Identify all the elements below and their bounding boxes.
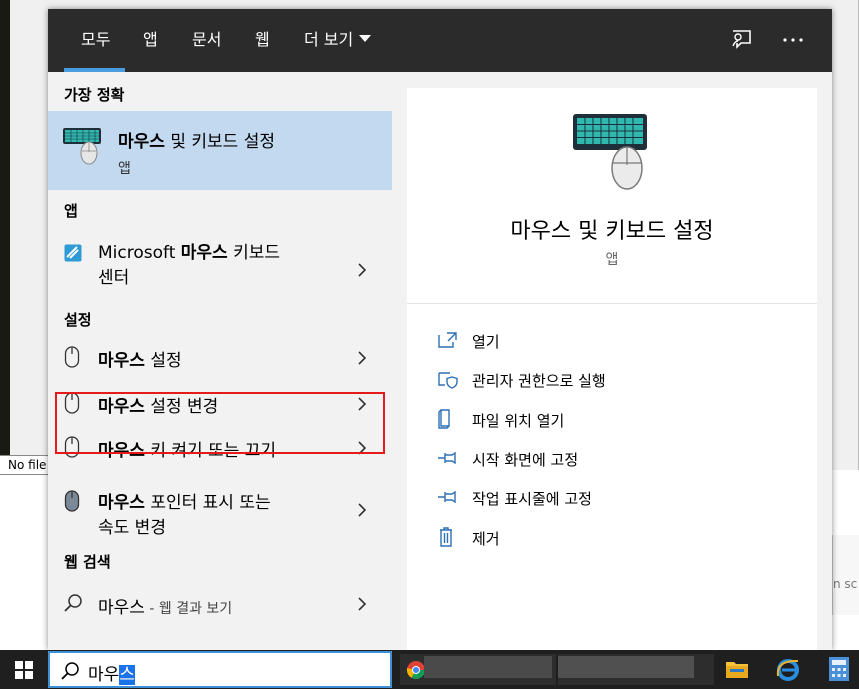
tab-more-label: 더 보기 — [304, 30, 354, 49]
chevron-right-icon[interactable] — [357, 263, 367, 277]
action-open-file-location[interactable]: 파일 위치 열기 — [437, 408, 797, 432]
background-status-text: No file — [0, 455, 48, 475]
settings-item-label: 마우스 설정 — [98, 351, 182, 371]
best-match-title: 마우스 및 키보드 설정 — [118, 132, 275, 152]
mouse-icon — [64, 346, 80, 368]
blurred-window-title — [424, 656, 552, 678]
action-label: 제거 — [472, 530, 500, 548]
search-icon — [64, 594, 82, 612]
background-right-panel: n sc — [832, 535, 859, 615]
taskbar-search-input[interactable]: 마우스 — [48, 651, 392, 688]
start-search-menu: 모두 앱 문서 웹 더 보기 가장 정확 마우스 및 키보드 설정 앱 앱 Mi… — [48, 9, 832, 650]
windows-logo-icon — [15, 661, 33, 679]
background-clip-text: n sc — [833, 577, 858, 591]
file-explorer-icon[interactable] — [725, 657, 749, 681]
trash-icon — [440, 527, 452, 547]
background-window-edge — [0, 0, 10, 455]
search-filter-header: 모두 앱 문서 웹 더 보기 — [48, 9, 832, 72]
tab-more[interactable]: 더 보기 — [304, 29, 372, 51]
preview-subtitle: 앱 — [605, 252, 619, 268]
mouse-pointer-device-icon — [64, 490, 80, 512]
mouse-keyboard-center-icon — [64, 244, 82, 262]
chevron-right-icon[interactable] — [357, 351, 367, 365]
app-result-title: Microsoft 마우스 키보드 — [98, 243, 281, 263]
web-search-label: 마우스 - 웹 결과 보기 — [98, 598, 233, 618]
best-match-item[interactable]: 마우스 및 키보드 설정 앱 — [48, 111, 392, 190]
file-location-icon — [438, 409, 450, 429]
taskbar-app-chrome[interactable] — [400, 654, 556, 685]
search-query-text: 마우스 — [88, 665, 135, 685]
result-preview-pane: 마우스 및 키보드 설정 앱 열기 관리자 권한으로 실행 파일 위치 열기 시… — [407, 88, 817, 650]
app-result-item[interactable]: Microsoft 마우스 키보드 센터 — [48, 226, 392, 292]
settings-item-mouse-settings[interactable]: 마우스 설정 — [48, 335, 392, 379]
app-result-title-line2: 센터 — [98, 268, 130, 288]
action-uninstall[interactable]: 제거 — [437, 526, 797, 550]
action-open[interactable]: 열기 — [437, 329, 797, 353]
shield-icon — [438, 372, 458, 389]
web-search-item[interactable]: 마우스 - 웹 결과 보기 — [48, 581, 392, 625]
best-match-heading: 가장 정확 — [64, 86, 125, 104]
chevron-right-icon[interactable] — [357, 503, 367, 517]
search-icon — [61, 662, 79, 680]
best-match-subtitle: 앱 — [118, 161, 131, 177]
settings-item-pointer-speed[interactable]: 마우스 포인터 표시 또는 속도 변경 — [48, 476, 392, 542]
start-button[interactable] — [0, 650, 48, 689]
open-icon — [438, 332, 457, 348]
settings-item-label-line2: 속도 변경 — [98, 518, 166, 538]
mouse-keyboard-large-icon — [573, 114, 647, 190]
internet-explorer-icon[interactable] — [775, 656, 801, 682]
tab-apps[interactable]: 앱 — [143, 29, 158, 51]
search-results-list: 가장 정확 마우스 및 키보드 설정 앱 앱 Microsoft 마우스 키보드… — [48, 72, 406, 650]
mouse-keyboard-app-icon — [63, 128, 101, 165]
tab-documents[interactable]: 문서 — [192, 29, 221, 51]
caret-down-icon — [359, 35, 372, 42]
action-label: 시작 화면에 고정 — [472, 451, 579, 469]
blurred-window-title — [558, 656, 694, 678]
action-label: 관리자 권한으로 실행 — [472, 372, 606, 390]
tab-all[interactable]: 모두 — [81, 29, 110, 51]
pin-icon — [438, 451, 456, 465]
calculator-icon[interactable] — [828, 656, 850, 682]
pin-icon — [438, 490, 456, 504]
action-label: 작업 표시줄에 고정 — [472, 490, 592, 508]
tab-web[interactable]: 웹 — [255, 29, 270, 51]
action-label: 파일 위치 열기 — [472, 412, 565, 430]
more-options-icon[interactable] — [778, 25, 808, 55]
action-run-as-admin[interactable]: 관리자 권한으로 실행 — [437, 368, 797, 392]
chevron-right-icon[interactable] — [357, 597, 367, 611]
chrome-icon — [407, 661, 425, 680]
preview-title: 마우스 및 키보드 설정 — [510, 219, 714, 244]
taskbar: 마우스 — [0, 650, 859, 689]
taskbar-app-window[interactable] — [558, 654, 714, 685]
web-search-heading: 웹 검색 — [64, 553, 111, 571]
preview-divider — [407, 303, 817, 304]
settings-item-label: 마우스 포인터 표시 또는 — [98, 493, 271, 513]
feedback-icon[interactable] — [726, 25, 756, 55]
action-pin-to-start[interactable]: 시작 화면에 고정 — [437, 447, 797, 471]
apps-heading: 앱 — [64, 202, 78, 220]
settings-heading: 설정 — [64, 311, 92, 329]
highlight-annotation-box — [55, 392, 385, 454]
action-label: 열기 — [472, 333, 500, 351]
action-pin-to-taskbar[interactable]: 작업 표시줄에 고정 — [437, 486, 797, 510]
